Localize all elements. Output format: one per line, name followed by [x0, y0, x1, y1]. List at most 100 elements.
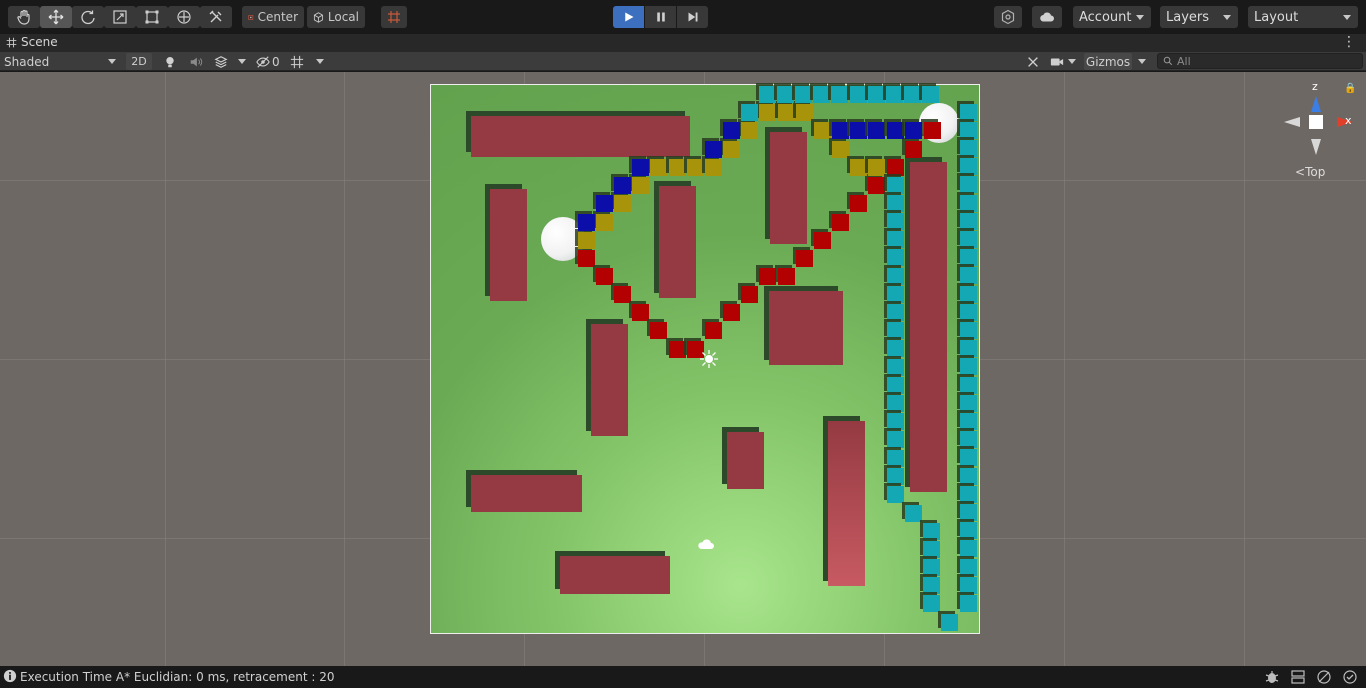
- transform-tool-button[interactable]: [168, 6, 200, 28]
- path-tile-cyan: [959, 340, 977, 358]
- layout-dropdown[interactable]: Layout: [1248, 6, 1358, 28]
- check-icon[interactable]: [1342, 669, 1358, 685]
- path-tile-cyan: [959, 412, 977, 430]
- path-tile-yellow: [595, 213, 613, 231]
- path-tile-red: [795, 249, 813, 267]
- lighting-toggle[interactable]: [163, 53, 179, 70]
- move-tool-button[interactable]: [40, 6, 72, 28]
- rect-tool-button[interactable]: [136, 6, 168, 28]
- path-tile-cyan: [886, 358, 904, 376]
- pivot-space-toggle[interactable]: Local: [307, 6, 365, 28]
- grid-toggle[interactable]: [290, 53, 306, 70]
- hidden-objects-toggle[interactable]: 0: [256, 53, 286, 70]
- hand-icon: [17, 9, 30, 25]
- path-tile-yellow: [668, 158, 686, 176]
- path-tile-cyan: [886, 340, 904, 358]
- tab-scene[interactable]: Scene: [6, 35, 58, 49]
- path-tile-blue: [595, 194, 613, 212]
- cloud-gizmo-icon[interactable]: [697, 537, 715, 551]
- wall-block[interactable]: [770, 132, 807, 244]
- path-tile-blue: [613, 176, 631, 194]
- cache-server-icon[interactable]: [1290, 669, 1306, 685]
- path-tile-yellow: [649, 158, 667, 176]
- path-tile-cyan: [886, 413, 904, 431]
- space-label: Local: [327, 10, 359, 24]
- path-tile-cyan: [959, 285, 977, 303]
- wall-block[interactable]: [769, 291, 843, 365]
- path-tile-cyan: [959, 522, 977, 540]
- path-tile-cyan: [959, 431, 977, 449]
- main-toolbar: Center Local Account Layers Layout: [0, 0, 1366, 34]
- wall-block[interactable]: [910, 162, 947, 492]
- path-tile-yellow: [686, 158, 704, 176]
- scene-search-input[interactable]: All: [1157, 53, 1363, 69]
- gizmos-dropdown[interactable]: [1134, 53, 1150, 70]
- grid-icon: [290, 55, 304, 68]
- wall-block[interactable]: [727, 432, 764, 489]
- grid-line: [165, 72, 166, 666]
- gizmos-label: Gizmos: [1085, 54, 1131, 69]
- path-tile-red: [904, 140, 922, 158]
- wall-block[interactable]: [659, 186, 696, 298]
- camera-dropdown[interactable]: [1050, 53, 1080, 70]
- grid-dropdown[interactable]: [312, 53, 328, 70]
- rect-transform-icon: [145, 10, 159, 24]
- search-icon: [1163, 56, 1173, 66]
- wall-block[interactable]: [471, 475, 582, 512]
- gizmos-button[interactable]: Gizmos: [1084, 53, 1132, 70]
- path-tile-cyan: [959, 212, 977, 230]
- lock-icon[interactable]: 🔒: [1344, 83, 1356, 94]
- path-tile-cyan: [959, 503, 977, 521]
- path-tile-blue: [867, 121, 885, 139]
- wall-block[interactable]: [560, 556, 670, 594]
- eye-hidden-icon: [256, 55, 270, 68]
- toggle-2d-button[interactable]: 2D: [126, 53, 152, 70]
- tab-menu-icon[interactable]: ⋮: [1342, 35, 1356, 49]
- step-button[interactable]: [677, 6, 708, 28]
- path-tile-red: [867, 176, 885, 194]
- path-tile-cyan: [959, 485, 977, 503]
- path-tile-cyan: [849, 85, 867, 103]
- custom-tool-button[interactable]: [200, 6, 232, 28]
- path-tile-yellow: [831, 140, 849, 158]
- wall-block[interactable]: [591, 324, 628, 436]
- path-tile-yellow: [758, 103, 776, 121]
- orientation-gizmo[interactable]: z x 🔒 <Top: [1280, 80, 1360, 190]
- path-tile-cyan: [922, 522, 940, 540]
- path-tile-cyan: [922, 85, 940, 103]
- wall-block[interactable]: [490, 189, 527, 301]
- path-tile-blue: [577, 213, 595, 231]
- effects-toggle[interactable]: [214, 53, 230, 70]
- rotate-tool-button[interactable]: [72, 6, 104, 28]
- ground-plane[interactable]: [430, 84, 980, 634]
- account-dropdown[interactable]: Account: [1073, 6, 1151, 28]
- services-button[interactable]: [994, 6, 1022, 28]
- scene-tab-bar: Scene ⋮: [0, 34, 1366, 52]
- layers-dropdown[interactable]: Layers: [1160, 6, 1238, 28]
- light-gizmo-icon[interactable]: [699, 349, 719, 369]
- auto-generate-lighting-icon[interactable]: [1316, 669, 1332, 685]
- path-tile-cyan: [886, 231, 904, 249]
- pause-button[interactable]: [645, 6, 676, 28]
- audio-toggle[interactable]: [189, 53, 205, 70]
- scale-tool-button[interactable]: [104, 6, 136, 28]
- tools-toggle[interactable]: [1026, 53, 1042, 70]
- path-tile-blue: [831, 121, 849, 139]
- path-tile-cyan: [959, 449, 977, 467]
- wall-block[interactable]: [471, 116, 690, 157]
- cloud-button[interactable]: [1032, 6, 1062, 28]
- debug-icon[interactable]: [1264, 669, 1280, 685]
- wall-block[interactable]: [828, 421, 865, 586]
- pivot-center-toggle[interactable]: Center: [242, 6, 304, 28]
- path-tile-cyan: [813, 85, 831, 103]
- grid-snap-button[interactable]: [381, 6, 407, 28]
- effects-dropdown[interactable]: [234, 53, 250, 70]
- path-tile-red: [740, 285, 758, 303]
- status-message[interactable]: Execution Time A* Euclidian: 0 ms, retra…: [20, 670, 335, 684]
- hand-tool-button[interactable]: [8, 6, 40, 28]
- play-button[interactable]: [613, 6, 644, 28]
- path-tile-cyan: [959, 576, 977, 594]
- scene-viewport[interactable]: z x 🔒 <Top: [0, 72, 1366, 666]
- shading-mode-dropdown[interactable]: Shaded: [4, 53, 120, 70]
- path-tile-red: [813, 231, 831, 249]
